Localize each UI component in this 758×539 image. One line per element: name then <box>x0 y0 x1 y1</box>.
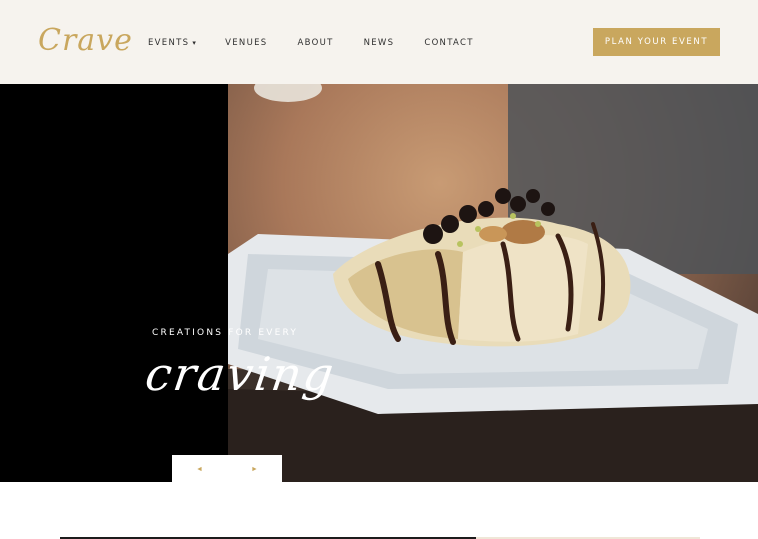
prev-slide-button[interactable]: ◄ <box>172 455 227 483</box>
next-slide-button[interactable]: ► <box>227 455 282 483</box>
hero-tagline-script: craving <box>142 347 339 401</box>
site-header: Crave EVENTS ▾ VENUES ABOUT NEWS CONTACT… <box>0 0 758 84</box>
nav-item-venues[interactable]: VENUES <box>225 38 267 48</box>
hero-food-illustration <box>228 84 758 482</box>
main-nav: EVENTS ▾ VENUES ABOUT NEWS CONTACT <box>148 37 474 49</box>
nav-item-contact[interactable]: CONTACT <box>424 38 473 48</box>
plan-your-event-button[interactable]: PLAN YOUR EVENT <box>593 28 720 56</box>
hero-tagline-small: CREATIONS FOR EVERY <box>152 328 299 338</box>
chevron-down-icon: ▾ <box>192 39 198 47</box>
nav-item-about[interactable]: ABOUT <box>297 38 333 48</box>
logo[interactable]: Crave <box>38 21 133 61</box>
slider-controls: ◄ ► <box>172 455 282 483</box>
nav-item-events[interactable]: EVENTS ▾ <box>148 38 197 48</box>
hero-image <box>228 84 758 482</box>
nav-item-label: EVENTS <box>148 38 190 48</box>
hero-left-panel <box>0 84 228 482</box>
hero-slider: CREATIONS FOR EVERY craving <box>0 84 758 482</box>
content-section <box>0 482 758 539</box>
nav-item-news[interactable]: NEWS <box>364 38 395 48</box>
